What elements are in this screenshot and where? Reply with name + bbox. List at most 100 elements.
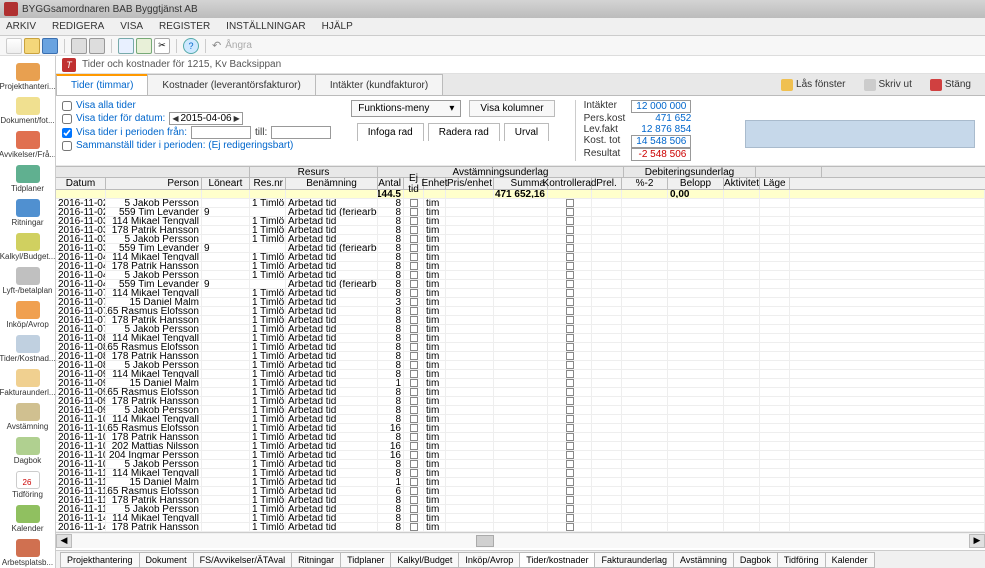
sidebar-item-3[interactable]: Tidplaner (2, 162, 54, 196)
grid-cell[interactable] (404, 226, 424, 234)
grid-cell[interactable] (404, 199, 424, 207)
grid-row[interactable]: 2016-11-095 Jakob Persson1 Timlön KPArbe… (56, 406, 985, 415)
grid-cell[interactable] (404, 505, 424, 513)
open-icon[interactable] (24, 38, 40, 54)
grid-row[interactable]: 2016-11-0915 Daniel Malm1 Timlön KPArbet… (56, 379, 985, 388)
grid-row[interactable]: 2016-11-075 Jakob Persson1 Timlön KPArbe… (56, 325, 985, 334)
grid-row[interactable]: 2016-11-0715 Daniel Malm1 Timlön KPArbet… (56, 298, 985, 307)
grid-cell[interactable] (404, 307, 424, 315)
grid-row[interactable]: 2016-11-07178 Patrik Hansson1 Timlön KPA… (56, 316, 985, 325)
undo-label[interactable]: Ångra (225, 40, 252, 51)
grid-cell[interactable] (548, 478, 592, 486)
grid-cell[interactable] (404, 280, 424, 288)
date-from-input[interactable] (191, 126, 251, 139)
print-preview-icon[interactable] (89, 38, 105, 54)
filter-period-checkbox[interactable] (62, 128, 72, 138)
grid-cell[interactable] (548, 217, 592, 225)
grid-cell[interactable] (404, 343, 424, 351)
grid-col-enhet[interactable]: Enhet (424, 178, 446, 189)
grid-row[interactable]: 2016-11-04559 Tim Levander9Arbetad tid (… (56, 280, 985, 289)
grid-row[interactable]: 2016-11-105 Jakob Persson1 Timlön KPArbe… (56, 460, 985, 469)
filter-all-checkbox[interactable] (62, 101, 72, 111)
filter-all[interactable]: Visa alla tider (62, 100, 331, 111)
grid-col-aktivitet[interactable]: Aktivitet (724, 178, 760, 189)
sidebar-item-5[interactable]: Kalkyl/Budget... (2, 230, 54, 264)
bottom-tab-avstmning[interactable]: Avstämning (673, 552, 734, 568)
date-next-icon[interactable]: ▶ (234, 114, 240, 123)
grid-col-benmning[interactable]: Benämning (286, 178, 378, 189)
grid-cell[interactable] (404, 298, 424, 306)
grid-cell[interactable] (404, 442, 424, 450)
grid-cell[interactable] (548, 298, 592, 306)
grid-cell[interactable] (548, 460, 592, 468)
grid-row[interactable]: 2016-11-03114 Mikael Tengvall1 Timlön KP… (56, 217, 985, 226)
date-to-input[interactable] (271, 126, 331, 139)
grid-cell[interactable] (548, 352, 592, 360)
grid-cell[interactable] (404, 514, 424, 522)
grid-cell[interactable] (548, 388, 592, 396)
grid-cell[interactable] (404, 325, 424, 333)
grid-row[interactable]: 2016-11-10114 Mikael Tengvall1 Timlön KP… (56, 415, 985, 424)
grid-row[interactable]: 2016-11-10178 Patrik Hansson1 Timlön KPA… (56, 433, 985, 442)
sidebar-item-4[interactable]: Ritningar (2, 196, 54, 230)
grid-cell[interactable] (404, 496, 424, 504)
grid-cell[interactable] (548, 289, 592, 297)
tab-kostnader--leverant-rsfakturor-[interactable]: Kostnader (leverantörsfakturor) (147, 74, 315, 95)
grid-cell[interactable] (548, 334, 592, 342)
sidebar-item-11[interactable]: Dagbok (2, 434, 54, 468)
filter-period[interactable]: Visa tider i perioden från: till: (62, 126, 331, 139)
date-prev-icon[interactable]: ◀ (172, 114, 178, 123)
grid-cell[interactable] (404, 208, 424, 216)
grid-row[interactable]: 2016-11-11165 Rasmus Elofsson1 Timlön KP… (56, 487, 985, 496)
grid-row[interactable]: 2016-11-03178 Patrik Hansson1 Timlön KPA… (56, 226, 985, 235)
menu-arkiv[interactable]: ARKIV (6, 21, 36, 32)
grid-col-antal[interactable]: Antal (378, 178, 404, 189)
grid-cell[interactable] (548, 415, 592, 423)
grid-row[interactable]: 2016-11-025 Jakob Persson1 Timlön KPArbe… (56, 199, 985, 208)
grid-cell[interactable] (548, 370, 592, 378)
grid-row[interactable]: 2016-11-08178 Patrik Hansson1 Timlön KPA… (56, 352, 985, 361)
grid-cell[interactable] (404, 379, 424, 387)
grid-cell[interactable] (548, 280, 592, 288)
grid-row[interactable]: 2016-11-09165 Rasmus Elofsson1 Timlön KP… (56, 388, 985, 397)
grid-row[interactable]: 2016-11-02559 Tim Levander9Arbetad tid (… (56, 208, 985, 217)
filter-summary[interactable]: Sammanställ tider i perioden: (Ej redige… (62, 140, 331, 151)
grid-row[interactable]: 2016-11-10202 Mattias Nilsson1 Timlön KP… (56, 442, 985, 451)
grid-cell[interactable] (548, 262, 592, 270)
sidebar-item-6[interactable]: Lyft-/betalplan (2, 264, 54, 298)
bottom-tab-ritningar[interactable]: Ritningar (291, 552, 341, 568)
print-icon[interactable] (71, 38, 87, 54)
grid-row[interactable]: 2016-11-09178 Patrik Hansson1 Timlön KPA… (56, 397, 985, 406)
grid-cell[interactable] (548, 406, 592, 414)
help-icon[interactable]: ? (183, 38, 199, 54)
cut-icon[interactable]: ✂ (154, 38, 170, 54)
functions-menu-dropdown[interactable]: Funktions-meny▾ (351, 100, 461, 117)
grid-cell[interactable] (548, 325, 592, 333)
grid-sum-row[interactable]: 2144.5471 652,160,00 (56, 190, 985, 199)
grid-row[interactable]: 2016-11-045 Jakob Persson1 Timlön KPArbe… (56, 271, 985, 280)
grid-row[interactable]: 2016-11-03559 Tim Levander9Arbetad tid (… (56, 244, 985, 253)
grid-cell[interactable] (548, 397, 592, 405)
filter-date-checkbox[interactable] (62, 114, 72, 124)
grid-cell[interactable] (548, 199, 592, 207)
grid-cell[interactable] (548, 451, 592, 459)
sidebar-item-1[interactable]: Dokument/fot... (2, 94, 54, 128)
grid-cell[interactable] (548, 505, 592, 513)
tab-tider--timmar-[interactable]: Tider (timmar) (56, 74, 148, 95)
bottom-tab-tidplaner[interactable]: Tidplaner (340, 552, 391, 568)
grid-cell[interactable] (548, 271, 592, 279)
grid-col-resnr[interactable]: Res.nr (250, 178, 286, 189)
grid-row[interactable]: 2016-11-10204 Ingmar Persson1 Timlön KPA… (56, 451, 985, 460)
grid-row[interactable]: 2016-11-04178 Patrik Hansson1 Timlön KPA… (56, 262, 985, 271)
date-input[interactable]: ◀2015-04-06▶ (169, 112, 242, 125)
grid-cell[interactable] (404, 433, 424, 441)
grid-row[interactable]: 2016-11-08114 Mikael Tengvall1 Timlön KP… (56, 334, 985, 343)
grid-cell[interactable] (404, 352, 424, 360)
menu-redigera[interactable]: REDIGERA (52, 21, 104, 32)
grid-cell[interactable] (404, 370, 424, 378)
sidebar-item-8[interactable]: Tider/Kostnad... (2, 332, 54, 366)
grid-cell[interactable] (404, 451, 424, 459)
grid-row[interactable]: 2016-11-035 Jakob Persson1 Timlön KPArbe… (56, 235, 985, 244)
grid-cell[interactable] (404, 469, 424, 477)
grid-cell[interactable] (404, 388, 424, 396)
